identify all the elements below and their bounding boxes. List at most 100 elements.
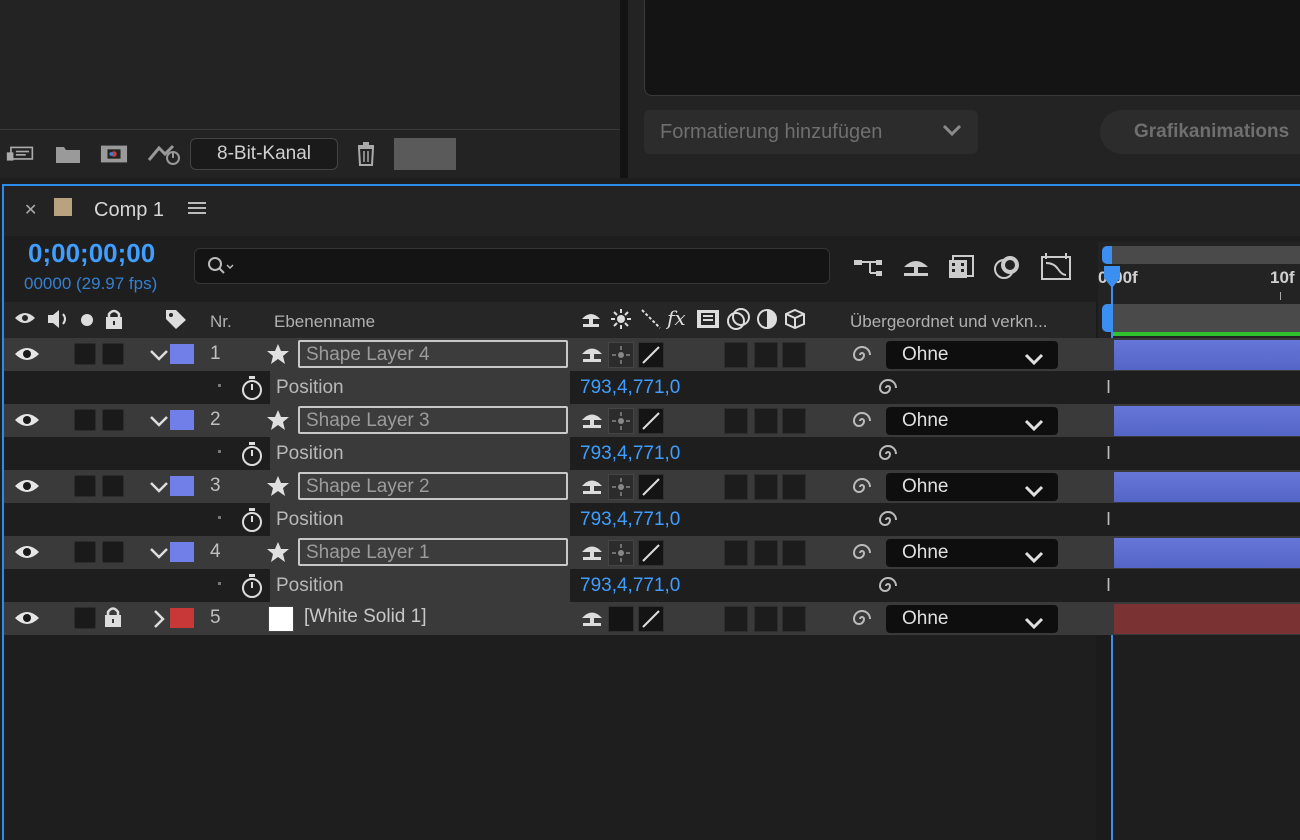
time-navigator-start-handle[interactable] xyxy=(1102,246,1112,264)
layer-name-field[interactable]: Shape Layer 2 xyxy=(298,472,568,500)
frame-blending-icon[interactable] xyxy=(946,252,978,282)
lock-header-icon[interactable] xyxy=(104,308,124,335)
pick-whip-icon[interactable] xyxy=(850,541,874,570)
solo-switch[interactable] xyxy=(74,541,96,563)
chevron-down-icon[interactable] xyxy=(148,410,170,437)
chevron-down-icon[interactable] xyxy=(148,344,170,371)
graph-editor-icon[interactable] xyxy=(1040,252,1072,282)
layer-name-field[interactable]: Shape Layer 1 xyxy=(298,538,568,566)
property-value[interactable]: 793,4,771,0 xyxy=(580,575,680,597)
expression-pick-whip-icon[interactable] xyxy=(876,574,900,603)
bit-depth-button[interactable]: 8-Bit-Kanal xyxy=(190,138,338,170)
chevron-down-icon[interactable] xyxy=(148,476,170,503)
visibility-eye-icon[interactable] xyxy=(14,542,40,567)
project-list-area[interactable] xyxy=(0,0,620,130)
3d-layer-switch[interactable] xyxy=(782,342,806,368)
adjustment-layer-switch[interactable] xyxy=(754,540,778,566)
quality-switch-header-icon[interactable] xyxy=(640,308,662,335)
lock-switch[interactable] xyxy=(102,409,124,431)
current-time-display[interactable]: 0;00;00;00 xyxy=(28,238,155,269)
solo-header-icon[interactable] xyxy=(80,312,94,332)
panel-divider[interactable] xyxy=(620,0,628,178)
adjustment-switch-header-icon[interactable] xyxy=(756,308,778,335)
solo-switch[interactable] xyxy=(74,607,96,629)
solo-switch[interactable] xyxy=(74,409,96,431)
adjustment-layer-switch[interactable] xyxy=(754,474,778,500)
lock-switch[interactable] xyxy=(102,475,124,497)
add-formatting-dropdown[interactable]: Formatierung hinzufügen xyxy=(644,110,978,154)
shy-switch-icon[interactable] xyxy=(580,475,604,502)
stopwatch-icon[interactable] xyxy=(240,375,264,406)
layer-row[interactable]: 1 Shape Layer 4 Ohne xyxy=(4,338,1300,371)
stopwatch-icon[interactable] xyxy=(240,441,264,472)
visibility-eye-icon[interactable] xyxy=(14,344,40,369)
adjustment-layer-switch[interactable] xyxy=(754,606,778,632)
layer-label-color[interactable] xyxy=(170,608,194,628)
lock-switch[interactable] xyxy=(102,343,124,365)
lock-icon[interactable] xyxy=(102,605,124,634)
work-area-bar[interactable] xyxy=(1112,304,1300,332)
stopwatch-icon[interactable] xyxy=(240,507,264,538)
3d-layer-switch[interactable] xyxy=(782,606,806,632)
pick-whip-icon[interactable] xyxy=(850,409,874,438)
shy-switch-icon[interactable] xyxy=(580,409,604,436)
solo-switch[interactable] xyxy=(74,475,96,497)
new-composition-icon[interactable] xyxy=(100,142,128,166)
motion-graphics-button[interactable]: Grafikanimations xyxy=(1100,110,1300,154)
motion-blur-switch[interactable] xyxy=(724,474,748,500)
stopwatch-icon[interactable] xyxy=(240,573,264,604)
visibility-eye-icon[interactable] xyxy=(14,410,40,435)
layer-row[interactable]: 2 Shape Layer 3 Ohne xyxy=(4,404,1300,437)
pick-whip-icon[interactable] xyxy=(850,607,874,636)
parent-dropdown[interactable]: Ohne xyxy=(886,407,1058,435)
keyframe-ibeam-icon[interactable]: I xyxy=(1106,443,1111,464)
label-tag-header-icon[interactable] xyxy=(164,308,188,335)
visibility-eye-icon[interactable] xyxy=(14,476,40,501)
motion-blur-switch[interactable] xyxy=(724,342,748,368)
comp-flowchart-icon[interactable] xyxy=(852,252,884,282)
solo-switch[interactable] xyxy=(74,343,96,365)
property-row[interactable]: Position 793,4,771,0 I xyxy=(4,371,1300,404)
adjustment-layer-switch[interactable] xyxy=(754,342,778,368)
layer-row[interactable]: 5 [White Solid 1] Ohne xyxy=(4,602,1300,635)
essential-graphics-drop-area[interactable] xyxy=(644,0,1300,96)
pick-whip-icon[interactable] xyxy=(850,475,874,504)
quality-switch-icon[interactable] xyxy=(638,408,664,434)
motion-blur-switch-header-icon[interactable] xyxy=(726,306,752,337)
time-ruler[interactable]: 0:00f 10f xyxy=(1098,242,1300,338)
parent-dropdown[interactable]: Ohne xyxy=(886,473,1058,501)
3d-layer-switch[interactable] xyxy=(782,408,806,434)
shy-switch-header-icon[interactable] xyxy=(580,308,602,335)
layer-name-column-header[interactable]: Ebenenname xyxy=(274,312,375,332)
layer-row[interactable]: 3 Shape Layer 2 Ohne xyxy=(4,470,1300,503)
collapse-transform-switch[interactable] xyxy=(608,342,634,368)
property-row[interactable]: Position 793,4,771,0 I xyxy=(4,569,1300,602)
quality-switch-icon[interactable] xyxy=(638,342,664,368)
keyframe-ibeam-icon[interactable]: I xyxy=(1106,509,1111,530)
layer-duration-bar[interactable] xyxy=(1114,472,1300,502)
time-navigator-bar[interactable] xyxy=(1102,246,1300,264)
chevron-right-icon[interactable] xyxy=(148,608,170,635)
audio-header-icon[interactable] xyxy=(46,308,72,335)
delete-icon[interactable] xyxy=(352,142,380,166)
motion-blur-switch[interactable] xyxy=(724,606,748,632)
3d-layer-switch[interactable] xyxy=(782,540,806,566)
tab-comp-title[interactable]: Comp 1 xyxy=(94,199,164,222)
close-icon[interactable]: ✕ xyxy=(24,200,37,220)
motion-blur-switch[interactable] xyxy=(724,408,748,434)
parent-dropdown[interactable]: Ohne xyxy=(886,605,1058,633)
collapse-transform-switch[interactable] xyxy=(608,540,634,566)
layer-duration-bar[interactable] xyxy=(1114,340,1300,370)
expression-pick-whip-icon[interactable] xyxy=(876,376,900,405)
layer-duration-bar[interactable] xyxy=(1114,604,1300,634)
collapse-transform-switch[interactable] xyxy=(608,474,634,500)
motion-blur-icon[interactable] xyxy=(992,252,1024,282)
collapse-transform-switch[interactable] xyxy=(608,408,634,434)
property-row[interactable]: Position 793,4,771,0 I xyxy=(4,503,1300,536)
keyframe-ibeam-icon[interactable]: I xyxy=(1106,575,1111,596)
parent-dropdown[interactable]: Ohne xyxy=(886,539,1058,567)
adjustment-layer-switch[interactable] xyxy=(754,408,778,434)
frame-blend-switch-header-icon[interactable] xyxy=(696,308,720,335)
chevron-down-icon[interactable] xyxy=(148,542,170,569)
lock-switch[interactable] xyxy=(102,541,124,563)
